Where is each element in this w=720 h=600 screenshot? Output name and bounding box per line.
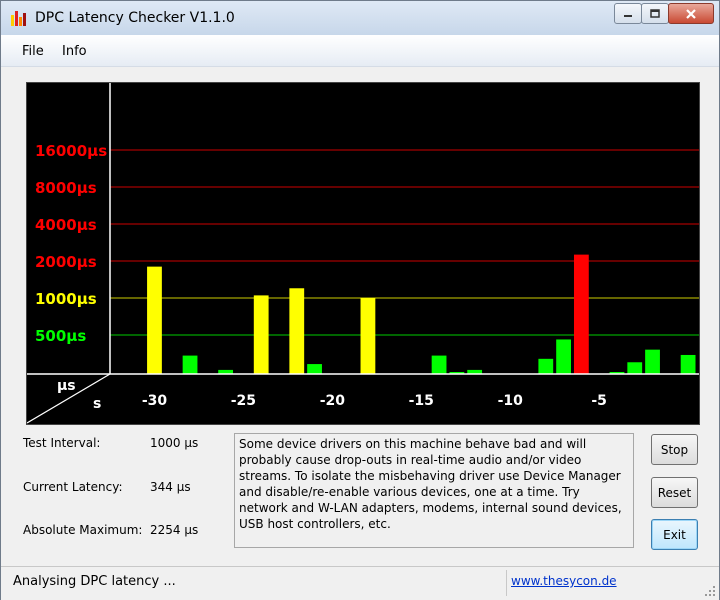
current-latency-label: Current Latency: bbox=[23, 480, 123, 494]
latency-bar bbox=[253, 295, 269, 374]
x-unit-label: s bbox=[93, 396, 101, 412]
x-tick-label: -10 bbox=[498, 393, 524, 409]
latency-chart-svg: 16000µs 8000µs 4000µs 2000µs 1000µs 500µs µs s -… bbox=[26, 83, 699, 424]
minimize-icon bbox=[624, 14, 632, 17]
latency-chart: 16000µs 8000µs 4000µs 2000µs 1000µs 500µs µs s -… bbox=[26, 82, 700, 425]
latency-bar bbox=[307, 364, 322, 374]
menu-bar: File Info bbox=[1, 35, 719, 67]
status-bar: Analysing DPC latency ... www.thesycon.d… bbox=[1, 566, 719, 600]
app-icon bbox=[11, 11, 26, 26]
latency-bar bbox=[645, 349, 660, 374]
y-tick-label: 2000µs bbox=[35, 253, 97, 271]
absolute-maximum-value: 2254 µs bbox=[150, 523, 199, 537]
y-tick-label: 16000µs bbox=[35, 142, 107, 160]
x-tick-label: -25 bbox=[231, 393, 256, 409]
maximize-button[interactable] bbox=[641, 3, 669, 24]
close-icon bbox=[686, 8, 696, 19]
current-latency-value: 344 µs bbox=[150, 480, 191, 494]
y-tick-label: 8000µs bbox=[35, 179, 97, 197]
latency-bar bbox=[556, 339, 571, 374]
latency-bar bbox=[538, 358, 554, 374]
test-interval-value: 1000 µs bbox=[150, 436, 199, 450]
app-window: DPC Latency Checker V1.1.0 File Info 160… bbox=[0, 0, 720, 600]
window-title: DPC Latency Checker V1.1.0 bbox=[35, 10, 235, 26]
y-tick-label: 1000µs bbox=[35, 290, 97, 308]
x-tick-label: -5 bbox=[591, 393, 607, 409]
exit-button[interactable]: Exit bbox=[651, 519, 698, 550]
title-bar[interactable]: DPC Latency Checker V1.1.0 bbox=[1, 1, 719, 35]
absolute-maximum-label: Absolute Maximum: bbox=[23, 523, 143, 537]
latency-bar bbox=[360, 298, 376, 374]
x-tick-label: -20 bbox=[320, 393, 346, 409]
test-interval-label: Test Interval: bbox=[23, 436, 101, 450]
menu-info[interactable]: Info bbox=[62, 44, 87, 59]
y-unit-label: µs bbox=[57, 378, 76, 394]
x-tick-label: -15 bbox=[409, 393, 434, 409]
menu-file[interactable]: File bbox=[22, 44, 44, 59]
latency-bar bbox=[431, 355, 447, 374]
maximize-icon bbox=[650, 8, 660, 18]
latency-bar bbox=[289, 288, 305, 374]
y-tick-label: 4000µs bbox=[35, 216, 97, 234]
stop-button[interactable]: Stop bbox=[651, 434, 698, 465]
minimize-button[interactable] bbox=[614, 3, 642, 24]
status-text: Analysing DPC latency ... bbox=[13, 574, 176, 589]
close-button[interactable] bbox=[668, 3, 714, 24]
status-message-box: Some device drivers on this machine beha… bbox=[234, 433, 634, 548]
latency-bar bbox=[182, 355, 198, 374]
latency-bar bbox=[147, 266, 162, 374]
x-tick-label: -30 bbox=[142, 393, 168, 409]
resize-grip-icon[interactable] bbox=[704, 585, 716, 597]
reset-button[interactable]: Reset bbox=[651, 477, 698, 508]
y-tick-label: 500µs bbox=[35, 327, 86, 345]
latency-bar bbox=[680, 354, 696, 374]
latency-bar bbox=[573, 254, 589, 374]
website-link[interactable]: www.thesycon.de bbox=[511, 574, 617, 588]
latency-bar bbox=[627, 362, 643, 374]
status-divider bbox=[506, 570, 507, 596]
